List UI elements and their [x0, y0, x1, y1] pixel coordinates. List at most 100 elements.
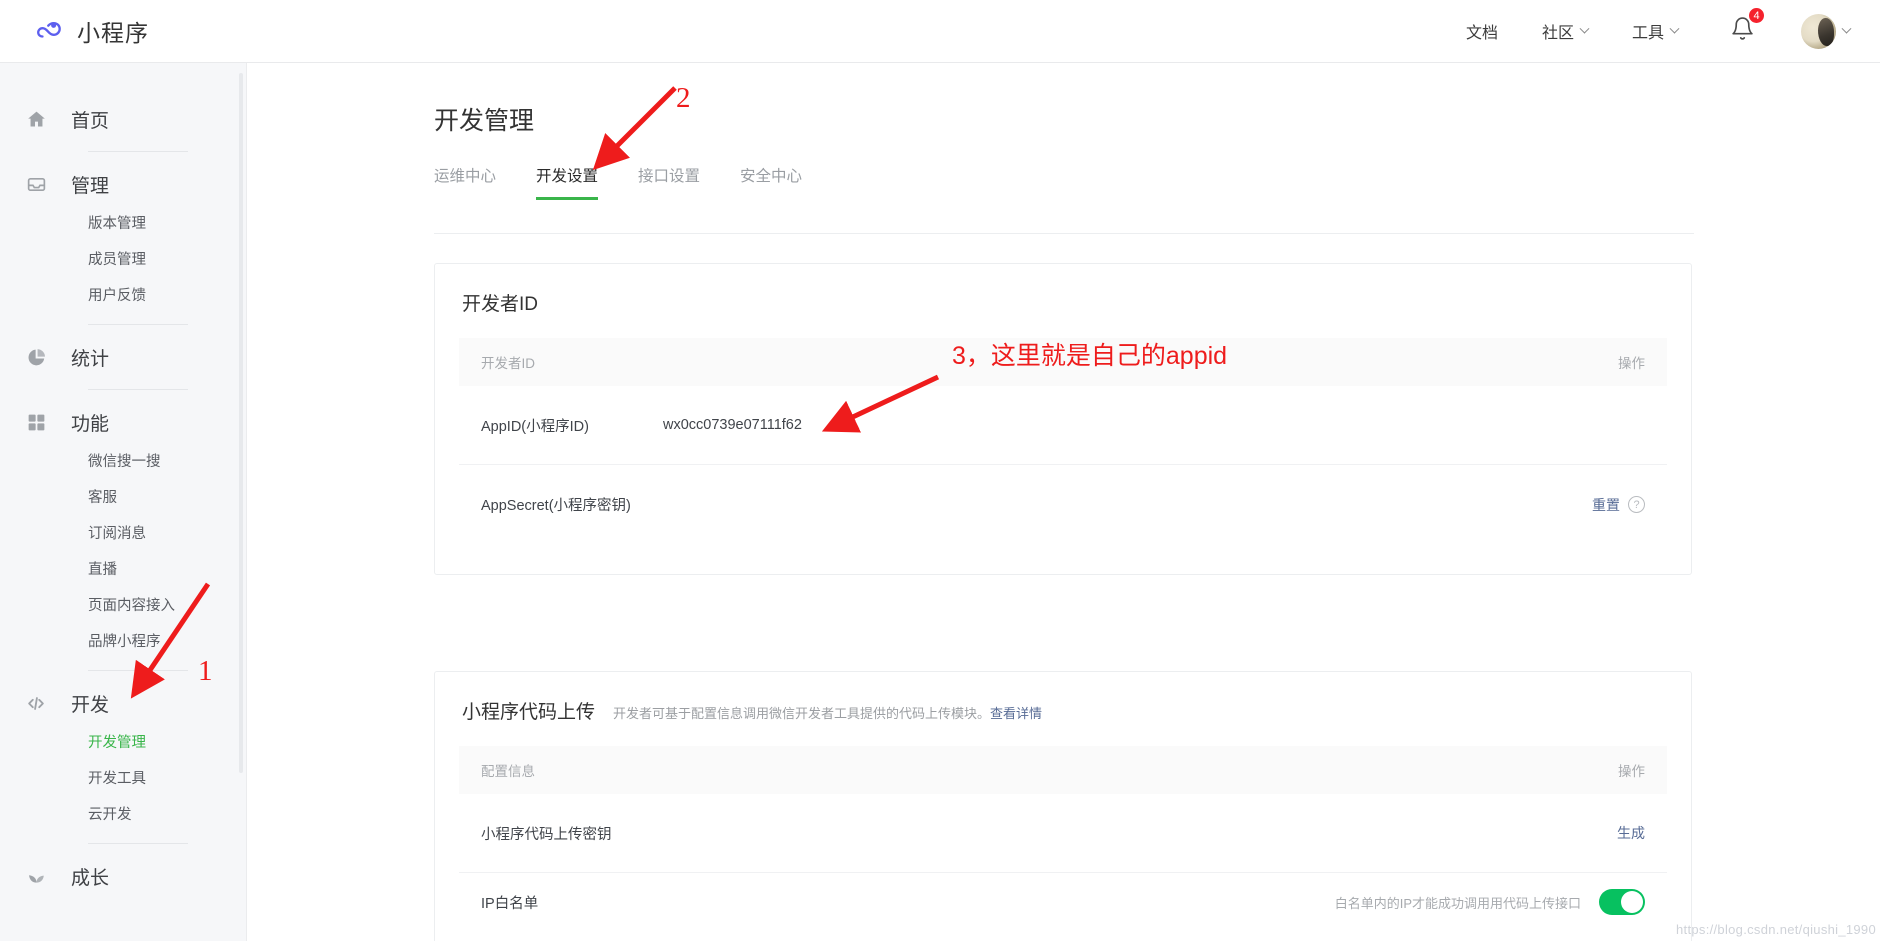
tab-security-center[interactable]: 安全中心 — [740, 164, 802, 200]
sidebar-item-growth[interactable]: 成长 — [0, 856, 246, 896]
table-header-row: 配置信息 操作 — [459, 746, 1667, 794]
table-row-appsecret: AppSecret(小程序密钥) 重置 ? — [459, 465, 1667, 544]
sidebar-item-page-content-access[interactable]: 页面内容接入 — [0, 586, 246, 622]
code-icon — [25, 692, 47, 714]
top-header-bar: 小程序 文档 社区 工具 4 — [0, 0, 1880, 63]
row-label: IP白名单 — [481, 895, 539, 912]
card-description-text: 开发者可基于配置信息调用微信开发者工具提供的代码上传模块。 — [613, 706, 991, 721]
sidebar-item-user-feedback[interactable]: 用户反馈 — [0, 276, 246, 312]
sidebar-item-customer-service[interactable]: 客服 — [0, 478, 246, 514]
inbox-icon — [25, 173, 47, 195]
sidebar-scrollbar[interactable] — [239, 73, 243, 773]
top-nav-item-community[interactable]: 社区 — [1541, 19, 1590, 43]
sidebar-group-label: 成长 — [71, 867, 110, 889]
sidebar-item-live[interactable]: 直播 — [0, 550, 246, 586]
grid-icon — [25, 411, 47, 433]
generate-link[interactable]: 生成 — [1617, 823, 1645, 843]
chevron-down-icon — [1841, 23, 1852, 34]
sidebar-divider — [88, 389, 188, 390]
card-developer-id: 开发者ID 开发者ID 操作 AppID(小程序ID) wx0cc0739e07… — [434, 263, 1692, 575]
mini-program-logo-icon — [34, 16, 64, 46]
column-header-action: 操作 — [1618, 356, 1645, 371]
sidebar-item-development-management[interactable]: 开发管理 — [0, 723, 246, 759]
card-title: 开发者ID — [462, 294, 539, 315]
top-nav-label: 社区 — [1541, 25, 1574, 42]
top-nav: 文档 社区 工具 4 — [1422, 7, 1852, 49]
top-nav-label: 工具 — [1631, 25, 1664, 42]
appid-value: wx0cc0739e07111f62 — [663, 417, 802, 433]
sidebar-divider — [88, 843, 188, 844]
column-header-label: 配置信息 — [481, 764, 535, 779]
watermark: https://blog.csdn.net/qiushi_1990 — [1676, 922, 1876, 937]
row-label: 小程序代码上传密钥 — [481, 826, 612, 843]
row-actions: 白名单内的IP才能成功调用用代码上传接口 — [1335, 889, 1645, 915]
card-header: 小程序代码上传 开发者可基于配置信息调用微信开发者工具提供的代码上传模块。查看详… — [435, 672, 1691, 724]
sidebar-divider — [88, 324, 188, 325]
chevron-down-icon — [1669, 23, 1680, 34]
sidebar-item-cloud-development[interactable]: 云开发 — [0, 795, 246, 831]
sidebar-item-subscribe-message[interactable]: 订阅消息 — [0, 514, 246, 550]
sidebar-divider — [88, 670, 188, 671]
column-header-label: 开发者ID — [481, 356, 535, 371]
top-nav-item-tools[interactable]: 工具 — [1631, 19, 1680, 43]
sidebar-group-label: 开发 — [71, 694, 110, 716]
sidebar: 首页 管理 版本管理 成员管理 用户反馈 统计 功能 微信搜一搜 客服 订阅消息… — [0, 63, 247, 941]
tab-api-settings[interactable]: 接口设置 — [638, 164, 700, 200]
notification-button[interactable]: 4 — [1730, 7, 1765, 46]
sidebar-item-wechat-search[interactable]: 微信搜一搜 — [0, 442, 246, 478]
table-header-row: 开发者ID 操作 — [459, 338, 1667, 386]
sidebar-item-brand-mini-program[interactable]: 品牌小程序 — [0, 622, 246, 658]
sidebar-item-statistics[interactable]: 统计 — [0, 337, 246, 377]
tab-ops-center[interactable]: 运维中心 — [434, 164, 496, 200]
card-code-upload: 小程序代码上传 开发者可基于配置信息调用微信开发者工具提供的代码上传模块。查看详… — [434, 671, 1692, 941]
page-title: 开发管理 — [434, 107, 535, 135]
tab-dev-settings[interactable]: 开发设置 — [536, 164, 599, 200]
main-content: 开发管理 运维中心 开发设置 接口设置 安全中心 开发者ID 开发者ID 操作 … — [247, 63, 1880, 941]
user-menu[interactable] — [1801, 13, 1852, 49]
sprout-icon — [25, 865, 47, 887]
chevron-down-icon — [1579, 23, 1590, 34]
ip-whitelist-empty-row: 暂无IP白名单 编辑 — [459, 931, 1667, 941]
sidebar-scroll-area: 首页 管理 版本管理 成员管理 用户反馈 统计 功能 微信搜一搜 客服 订阅消息… — [0, 63, 246, 896]
toggle-knob — [1621, 891, 1643, 913]
sidebar-item-development-tools[interactable]: 开发工具 — [0, 759, 246, 795]
sidebar-divider — [88, 151, 188, 152]
row-actions: 生成 — [1617, 823, 1645, 843]
card-title: 小程序代码上传 — [462, 702, 596, 723]
sidebar-group-label: 首页 — [71, 110, 110, 132]
card-header: 开发者ID — [435, 264, 1691, 316]
row-label: AppSecret(小程序密钥) — [481, 498, 631, 514]
sidebar-item-version-management[interactable]: 版本管理 — [0, 204, 246, 240]
sidebar-item-development[interactable]: 开发 — [0, 683, 246, 723]
sidebar-group-label: 功能 — [71, 413, 110, 435]
sidebar-group-label: 统计 — [71, 348, 110, 370]
bell-icon — [1730, 17, 1755, 45]
reset-link[interactable]: 重置 — [1592, 495, 1620, 515]
table-row-upload-key: 小程序代码上传密钥 生成 — [459, 794, 1667, 873]
toggle-switch-on[interactable] — [1599, 889, 1645, 915]
sidebar-item-features[interactable]: 功能 — [0, 402, 246, 442]
home-icon — [25, 108, 47, 130]
view-details-link[interactable]: 查看详情 — [990, 706, 1042, 721]
app-root: 小程序 文档 社区 工具 4 首页 管理 版本管理 成员管理 用户反馈 统计 功… — [0, 0, 1880, 941]
sidebar-item-home[interactable]: 首页 — [0, 99, 246, 139]
tab-bar: 运维中心 开发设置 接口设置 安全中心 — [434, 163, 1880, 200]
column-header-action: 操作 — [1618, 764, 1645, 779]
card-bottom-spacer — [435, 544, 1691, 574]
sidebar-item-member-management[interactable]: 成员管理 — [0, 240, 246, 276]
question-mark-icon[interactable]: ? — [1628, 496, 1645, 513]
row-actions: 重置 ? — [1592, 495, 1645, 515]
row-label: AppID(小程序ID) — [481, 418, 589, 435]
avatar — [1801, 13, 1836, 49]
brand-title: 小程序 — [77, 20, 149, 46]
pie-chart-icon — [25, 346, 47, 368]
sidebar-item-management[interactable]: 管理 — [0, 164, 246, 204]
brand-logo-group[interactable]: 小程序 — [34, 14, 149, 48]
top-nav-label: 文档 — [1465, 25, 1498, 42]
ip-whitelist-hint: 白名单内的IP才能成功调用用代码上传接口 — [1334, 895, 1581, 911]
top-nav-item-docs[interactable]: 文档 — [1466, 19, 1498, 43]
table-row-ip-whitelist: IP白名单 白名单内的IP才能成功调用用代码上传接口 — [459, 873, 1667, 931]
tab-bar-underline — [434, 233, 1694, 234]
card-description: 开发者可基于配置信息调用微信开发者工具提供的代码上传模块。查看详情 — [613, 703, 1042, 722]
notification-badge: 4 — [1748, 7, 1765, 24]
